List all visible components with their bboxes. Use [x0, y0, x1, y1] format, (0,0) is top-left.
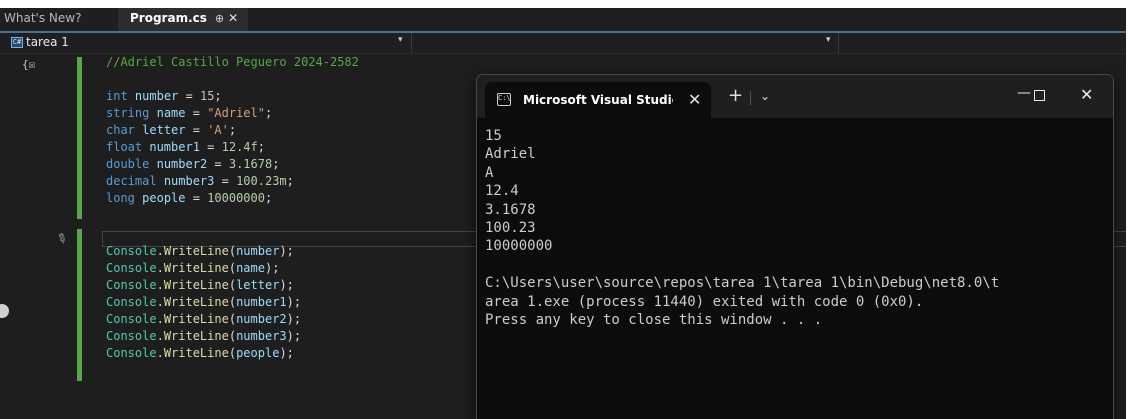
argument-name: number3 [236, 329, 287, 343]
code-line: Console.WriteLine(number); [106, 244, 294, 258]
type-keyword: decimal [106, 174, 157, 188]
class-name: Console [106, 329, 157, 343]
argument-name: people [236, 346, 280, 360]
type-keyword: string [106, 106, 150, 120]
class-name: Console [106, 295, 157, 309]
method-name: WriteLine [163, 278, 229, 292]
visual-studio-window: What's New? Program.cs ⊕ ✕ C# tarea 1 ▾ ▾ … [0, 8, 1126, 419]
class-name: Console [106, 244, 157, 258]
chevron-down-icon[interactable]: ▾ [398, 35, 403, 45]
argument-name: number2 [236, 312, 287, 326]
code-line: Console.WriteLine(people); [106, 346, 294, 360]
maximize-button[interactable] [1034, 90, 1045, 101]
scope-icon: {☒ [22, 58, 36, 71]
literal-value: 12.4f [221, 140, 258, 154]
type-keyword: long [106, 191, 135, 205]
method-name: WriteLine [163, 295, 229, 309]
divider [838, 33, 839, 53]
csharp-project-icon: C# [11, 37, 23, 48]
argument-name: letter [236, 278, 280, 292]
code-line: string name = "Adriel"; [106, 106, 273, 120]
argument-name: number1 [236, 295, 287, 309]
chevron-down-icon[interactable]: ⌄ [760, 89, 770, 103]
argument-name: name [236, 261, 265, 275]
terminal-icon: C:\ [497, 93, 511, 106]
literal-value: 100.23m [236, 174, 287, 188]
code-line: int number = 15; [106, 89, 222, 103]
literal-value: 15 [199, 89, 215, 103]
change-tracking-bar [77, 229, 82, 381]
code-line: Console.WriteLine(number3); [106, 329, 302, 343]
divider [411, 33, 412, 53]
tab-program-cs[interactable]: Program.cs ⊕ ✕ [118, 8, 248, 31]
variable-name: name [156, 106, 186, 120]
console-title: Microsoft Visual Studio Debug Console [523, 93, 673, 107]
literal-value: 3.1678 [228, 157, 273, 171]
comment-line: //Adriel Castillo Peguero 2024-2582 [106, 55, 359, 69]
method-name: WriteLine [163, 244, 229, 258]
class-name: Console [106, 312, 157, 326]
class-name: Console [106, 261, 157, 275]
variable-name: people [142, 191, 186, 205]
argument-name: number [236, 244, 280, 258]
document-tab-strip: What's New? Program.cs ⊕ ✕ [0, 8, 1126, 33]
type-keyword: int [106, 89, 128, 103]
method-name: WriteLine [163, 312, 229, 326]
type-keyword: char [106, 123, 135, 137]
type-keyword: double [106, 157, 150, 171]
code-line: Console.WriteLine(number1); [106, 295, 302, 309]
close-icon[interactable]: ✕ [688, 90, 701, 109]
code-line: decimal number3 = 100.23m; [106, 174, 294, 188]
pin-icon[interactable]: ⊕ [215, 12, 224, 25]
writeline-block: Console.WriteLine(number); Console.Write… [106, 243, 301, 362]
declaration-block: int number = 15; string name = "Adriel";… [106, 88, 294, 207]
type-keyword: float [106, 140, 143, 154]
variable-name: letter [142, 123, 186, 137]
tab-program-label: Program.cs [130, 11, 207, 25]
code-line: Console.WriteLine(letter); [106, 278, 294, 292]
change-tracking-bar [77, 57, 82, 219]
literal-value: 10000000 [207, 191, 265, 205]
minimize-button[interactable]: — [1017, 85, 1031, 101]
tab-whats-new[interactable]: What's New? [4, 8, 81, 31]
literal-value: 'A' [207, 123, 229, 137]
console-titlebar[interactable]: C:\ Microsoft Visual Studio Debug Consol… [477, 75, 1113, 118]
new-tab-button[interactable]: + [728, 87, 743, 105]
code-line: Console.WriteLine(number2); [106, 312, 302, 326]
code-line: float number1 = 12.4f; [106, 140, 265, 154]
code-line: Console.WriteLine(name); [106, 261, 280, 275]
code-line: double number2 = 3.1678; [106, 157, 280, 171]
navigation-bar: C# tarea 1 ▾ ▾ [0, 33, 1126, 54]
variable-name: number3 [163, 174, 215, 188]
console-output: 15 Adriel A 12.4 3.1678 100.23 10000000 … [485, 128, 1000, 329]
close-icon[interactable]: ✕ [228, 11, 238, 25]
variable-name: number2 [156, 157, 208, 171]
method-name: WriteLine [163, 329, 229, 343]
class-name: Console [106, 346, 157, 360]
scroll-marker[interactable] [0, 304, 9, 318]
project-dropdown[interactable]: tarea 1 [26, 35, 69, 49]
divider [750, 91, 751, 105]
literal-value: "Adriel" [207, 106, 265, 120]
class-name: Console [106, 278, 157, 292]
console-tab[interactable]: C:\ Microsoft Visual Studio Debug Consol… [485, 82, 711, 118]
chevron-down-icon[interactable]: ▾ [826, 35, 831, 45]
debug-console-window[interactable]: C:\ Microsoft Visual Studio Debug Consol… [476, 74, 1114, 419]
variable-name: number1 [149, 140, 200, 154]
method-name: WriteLine [163, 261, 229, 275]
code-line: char letter = 'A'; [106, 123, 237, 137]
code-line: long people = 10000000; [106, 191, 273, 205]
method-name: WriteLine [163, 346, 229, 360]
close-window-button[interactable]: ✕ [1080, 85, 1093, 104]
variable-name: number [134, 89, 179, 103]
paintbrush-icon[interactable]: ✎ [53, 230, 70, 248]
